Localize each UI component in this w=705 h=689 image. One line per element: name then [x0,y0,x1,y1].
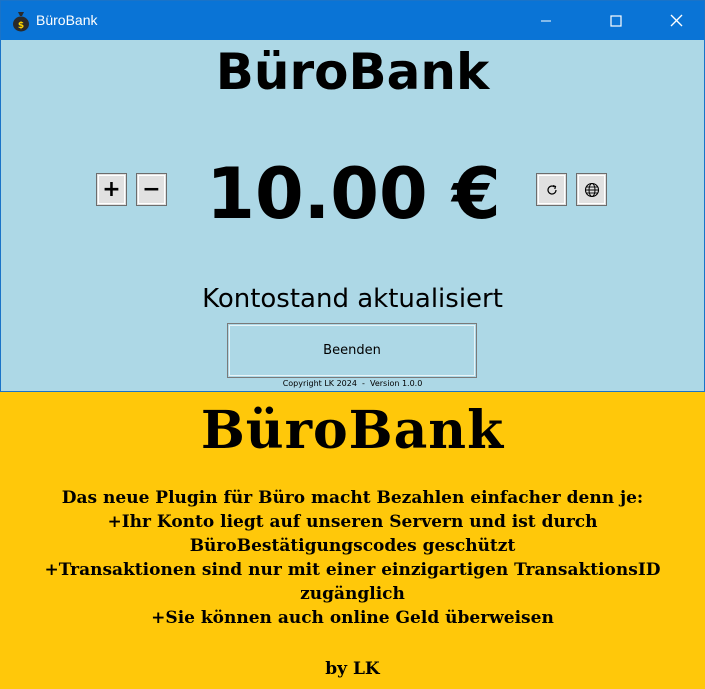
promo-line: +Transaktionen sind nur mit einer einzig… [44,560,661,604]
minimize-icon [541,20,551,21]
promo-text: Das neue Plugin für Büro macht Bezahlen … [10,486,695,630]
promo-line: Das neue Plugin für Büro macht Bezahlen … [61,488,644,508]
maximize-icon [610,14,622,27]
window-title: BüroBank [36,12,98,28]
close-icon [670,14,682,27]
close-button[interactable] [653,1,699,40]
maximize-button[interactable] [593,1,639,40]
refresh-icon [546,184,557,195]
minus-button[interactable]: − [136,173,167,206]
globe-icon [584,182,599,197]
promo-signature: by LK [325,659,380,679]
svg-text:$: $ [18,21,24,31]
minus-label: − [138,175,165,204]
refresh-button[interactable] [536,173,567,206]
quit-label: Beenden [229,325,475,376]
globe-button[interactable] [576,173,607,206]
status-message: Kontostand aktualisiert [202,284,503,314]
promo-title: BüroBank [200,400,505,461]
promo-banner: BüroBank Das neue Plugin für Büro macht … [0,392,705,689]
quit-button[interactable]: Beenden [227,323,477,378]
copyright-text: Copyright LK 2024 - Version 1.0.0 [282,379,423,388]
money-bag-icon: $ [13,12,29,32]
promo-line: +Sie können auch online Geld überweisen [151,608,554,628]
minimize-button[interactable] [523,1,569,40]
promo-line: +Ihr Konto liegt auf unseren Servern und… [107,512,598,556]
plus-label: + [98,175,125,204]
balance-display: 10.00 € [206,153,501,235]
plus-button[interactable]: + [96,173,127,206]
app-heading: BüroBank [215,43,490,101]
title-bar[interactable]: $ BüroBank [1,1,704,40]
app-window: $ BüroBank BüroBank + − 10.00 € Kontosta… [0,0,705,392]
